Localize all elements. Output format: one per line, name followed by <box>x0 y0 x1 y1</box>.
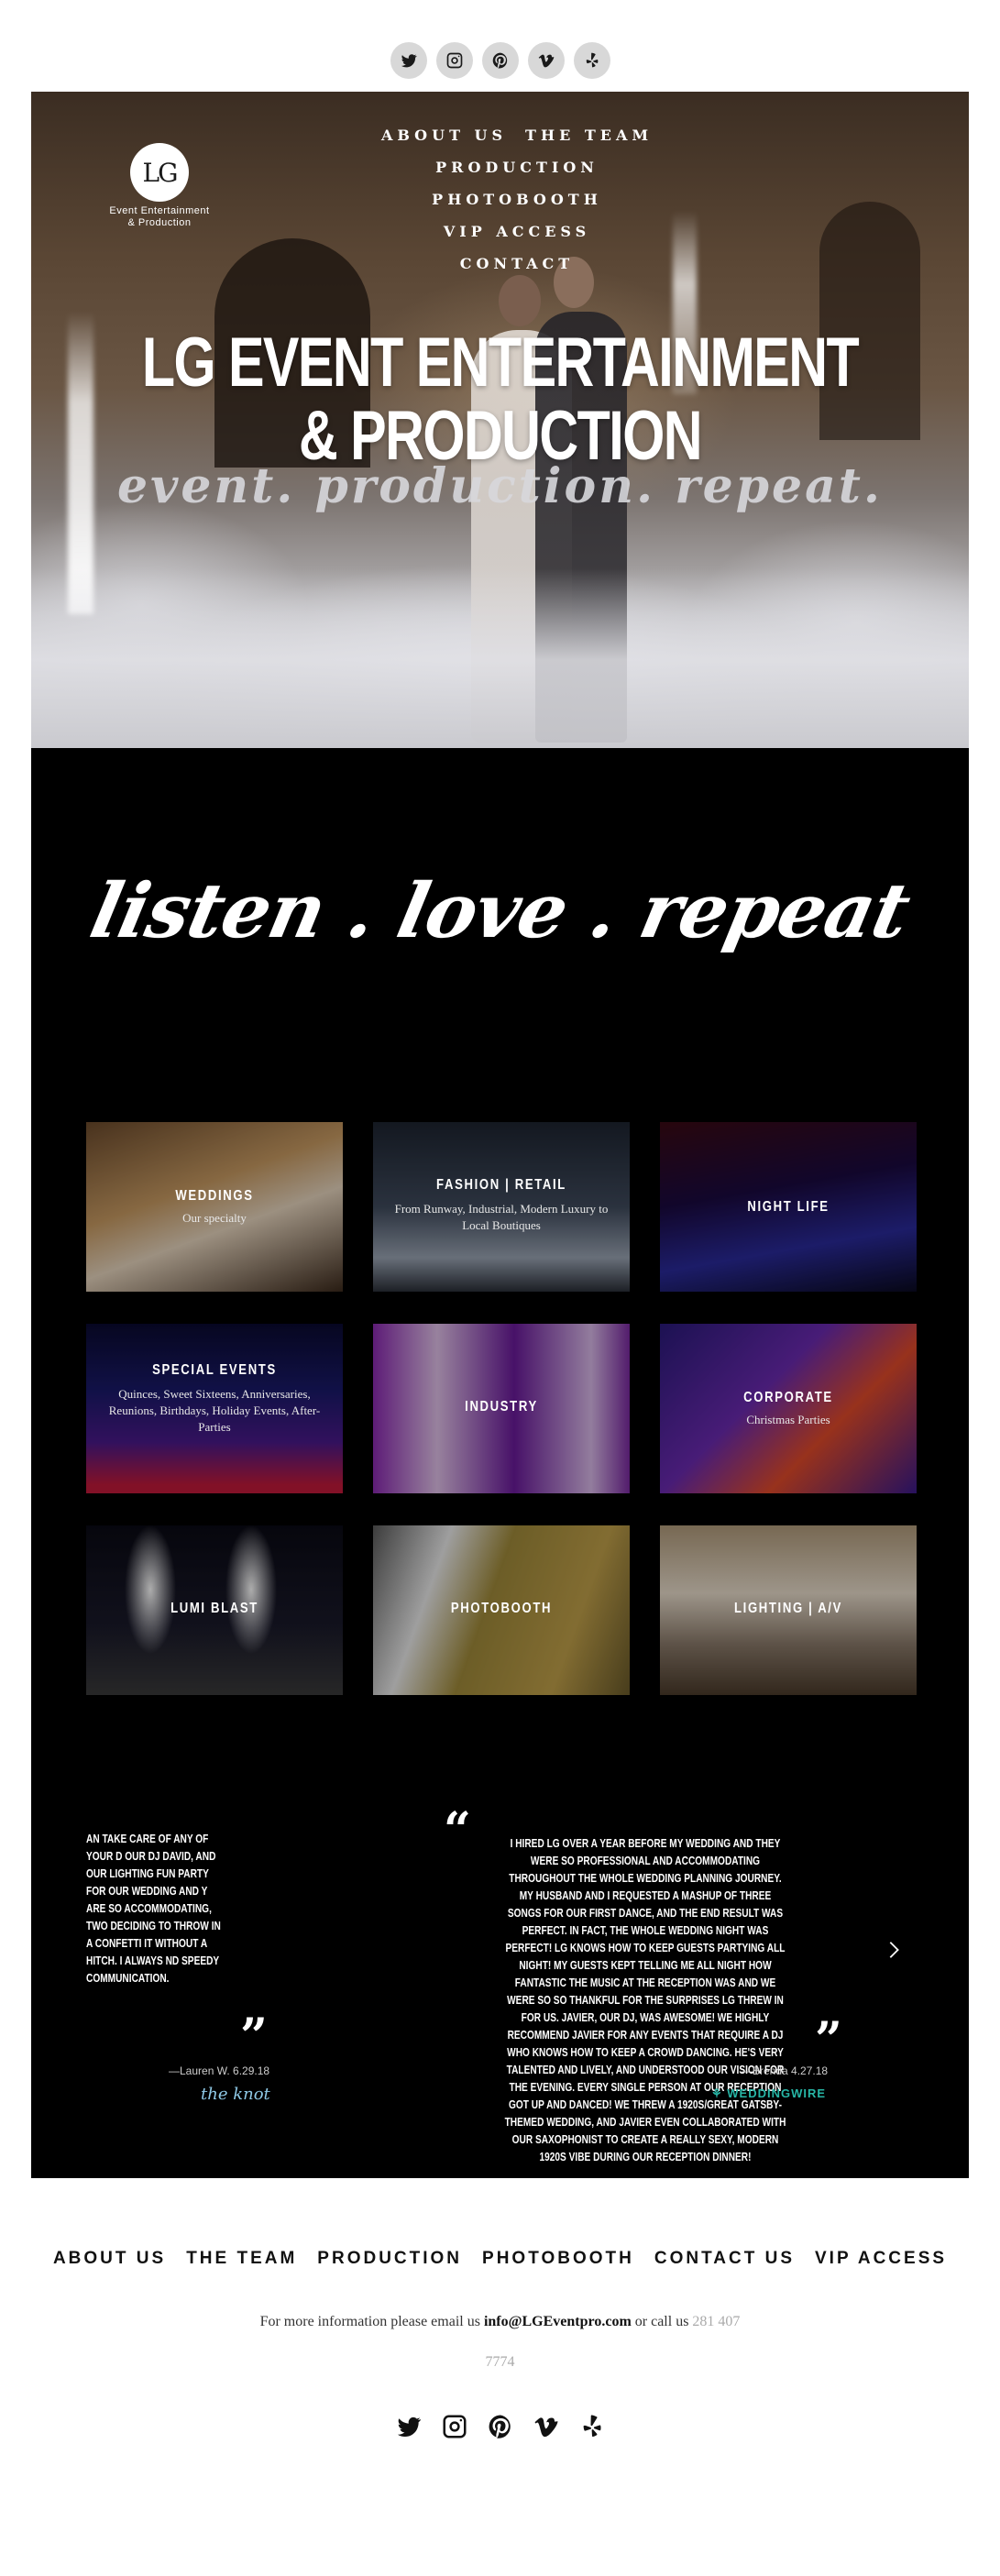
service-description: Quinces, Sweet Sixteens, Anniversaries, … <box>108 1387 321 1434</box>
testimonial-main-text: I hired LG over a year before my wedding… <box>504 1836 786 2163</box>
nav-contact[interactable]: Contact <box>460 248 574 280</box>
twitter-icon <box>397 2416 421 2437</box>
nav-vip-access[interactable]: VIP Access <box>444 215 590 248</box>
vimeo-link[interactable] <box>532 2412 561 2441</box>
footer-navigation: About Us The Team Production Photobooth … <box>0 2249 1000 2269</box>
service-title: Special Events <box>152 1362 277 1378</box>
services-section: listen . love . repeat Weddings Our spec… <box>31 748 969 2178</box>
social-links-top <box>0 42 1000 79</box>
tagline-script: listen . love . repeat <box>82 867 918 955</box>
hero-fog <box>31 568 969 748</box>
yelp-link[interactable] <box>577 2412 607 2441</box>
footer-contact-info: For more information please email us inf… <box>259 2314 741 2329</box>
pinterest-icon <box>489 2415 511 2438</box>
service-tile-industry[interactable]: Industry <box>373 1324 630 1493</box>
service-description: Christmas Parties <box>746 1413 830 1426</box>
footer-nav-about-us[interactable]: About Us <box>53 2249 166 2269</box>
service-tile-weddings[interactable]: Weddings Our specialty <box>86 1122 343 1292</box>
quote-open-icon: “ <box>444 1802 471 1858</box>
logo-mark: LG <box>130 143 189 202</box>
logo-tagline: Event Entertainment & Production <box>109 205 210 228</box>
pinterest-link[interactable] <box>481 42 519 79</box>
nav-the-team[interactable]: The Team <box>525 119 653 151</box>
weddingwire-badge: ⚘ WEDDINGWIRE <box>711 2086 827 2100</box>
service-tile-lighting-av[interactable]: Lighting | A/V <box>660 1525 917 1695</box>
footer-nav-the-team[interactable]: The Team <box>186 2249 297 2269</box>
nav-production[interactable]: Production <box>435 151 599 183</box>
instagram-icon <box>446 52 462 69</box>
yelp-icon <box>583 2415 601 2438</box>
service-title: Photobooth <box>450 1601 553 1616</box>
footer-phone-continued[interactable]: 7774 <box>0 2354 1000 2371</box>
service-title: Lumi Blast <box>170 1601 258 1616</box>
vimeo-link[interactable] <box>527 42 565 79</box>
service-tile-fashion-retail[interactable]: Fashion | Retail From Runway, Industrial… <box>373 1122 630 1292</box>
footer-phone-link[interactable]: 281 407 <box>692 2314 740 2329</box>
nav-about-us[interactable]: About Us <box>381 119 507 151</box>
twitter-link[interactable] <box>394 2412 423 2441</box>
chevron-right-icon[interactable] <box>884 1940 904 1960</box>
testimonial-left-text: an take care of any of your d our DJ Dav… <box>86 1832 221 1985</box>
nav-photobooth[interactable]: Photobooth <box>432 183 602 215</box>
footer-nav-production[interactable]: Production <box>317 2249 462 2269</box>
quote-close-icon: ” <box>240 2009 268 2064</box>
vimeo-icon <box>534 2417 557 2438</box>
the-knot-badge: the knot <box>201 2085 270 2104</box>
service-title: Lighting | A/V <box>733 1601 842 1616</box>
hero-section: LG Event Entertainment & Production Abou… <box>31 92 969 748</box>
service-title: Weddings <box>175 1188 254 1204</box>
footer-nav-contact-us[interactable]: Contact Us <box>654 2249 795 2269</box>
service-tile-lumi-blast[interactable]: Lumi Blast <box>86 1525 343 1695</box>
service-title: Night Life <box>747 1199 830 1215</box>
services-grid: Weddings Our specialty Fashion | Retail … <box>86 1122 917 1695</box>
testimonial-left-author: —Lauren W. 6.29.18 <box>169 2064 270 2077</box>
twitter-link[interactable] <box>390 42 427 79</box>
footer-email-link[interactable]: info@LGEventpro.com <box>484 2314 632 2329</box>
hero-subtitle: event. production. repeat. <box>117 458 883 514</box>
vimeo-icon <box>538 54 554 68</box>
testimonial-main-author: —Brenda 4.27.18 <box>742 2064 829 2077</box>
service-tile-photobooth[interactable]: Photobooth <box>373 1525 630 1695</box>
service-description: Our specialty <box>182 1211 247 1225</box>
service-title: Industry <box>465 1399 538 1415</box>
footer-nav-vip-access[interactable]: VIP Access <box>815 2249 947 2269</box>
instagram-link[interactable] <box>435 42 473 79</box>
twitter-icon <box>401 54 417 68</box>
yelp-link[interactable] <box>573 42 610 79</box>
service-tile-special-events[interactable]: Special Events Quinces, Sweet Sixteens, … <box>86 1324 343 1493</box>
footer-nav-photobooth[interactable]: Photobooth <box>482 2249 634 2269</box>
service-title: Fashion | Retail <box>436 1177 566 1193</box>
weddingwire-icon: ⚘ <box>711 2086 728 2100</box>
quote-close-icon: ” <box>815 2012 842 2068</box>
site-logo[interactable]: LG Event Entertainment & Production <box>95 143 224 229</box>
hero-navigation: About Us The Team Production Photobooth … <box>306 119 728 280</box>
pinterest-link[interactable] <box>486 2412 515 2441</box>
social-links-footer <box>0 2412 1000 2441</box>
service-tile-night-life[interactable]: Night Life <box>660 1122 917 1292</box>
instagram-icon <box>443 2415 466 2438</box>
hero-title: LG EVENT ENTERTAINMENT & PRODUCTION <box>141 324 860 475</box>
service-title: Corporate <box>743 1390 833 1405</box>
pinterest-icon <box>492 52 507 69</box>
instagram-link[interactable] <box>440 2412 469 2441</box>
yelp-icon <box>586 52 598 68</box>
service-tile-corporate[interactable]: Corporate Christmas Parties <box>660 1324 917 1493</box>
service-description: From Runway, Industrial, Modern Luxury t… <box>394 1202 609 1232</box>
